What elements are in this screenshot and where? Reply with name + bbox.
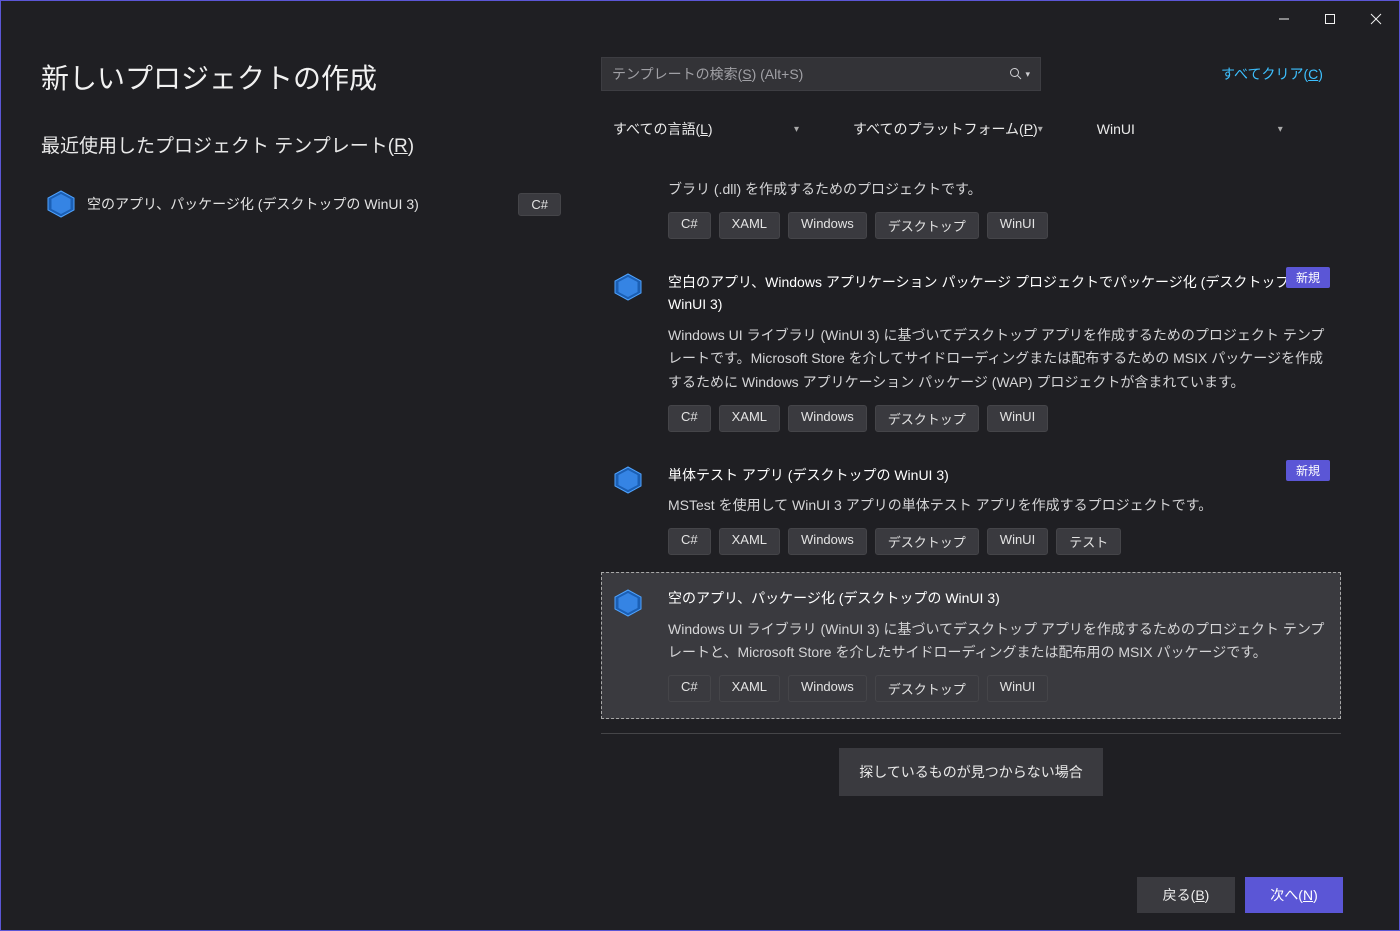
template-item[interactable]: 空白のアプリ、Windows アプリケーション パッケージ プロジェクトでパッケ…: [601, 256, 1341, 449]
template-description: MSTest を使用して WinUI 3 アプリの単体テスト アプリを作成するプ…: [668, 494, 1330, 518]
template-item[interactable]: ブラリ (.dll) を作成するためのプロジェクトです。 C# XAML Window…: [601, 163, 1341, 256]
template-icon: [612, 290, 644, 307]
maximize-button[interactable]: [1307, 4, 1353, 34]
clear-all-link[interactable]: すべてクリア(C): [1221, 64, 1323, 84]
template-tag: テスト: [1056, 528, 1121, 555]
template-title: 空のアプリ、パッケージ化 (デスクトップの WinUI 3): [668, 587, 1330, 609]
template-tag: WinUI: [987, 675, 1048, 702]
recent-heading: 最近使用したプロジェクト テンプレート(R): [41, 131, 561, 158]
template-tag: C#: [668, 675, 711, 702]
search-input[interactable]: テンプレートの検索(S) (Alt+S) ▾: [601, 57, 1041, 91]
project-type-filter-dropdown[interactable]: WinUI ▾: [1085, 111, 1295, 147]
template-tag: Windows: [788, 212, 867, 239]
template-description: Windows UI ライブラリ (WinUI 3) に基づいてデスクトップ ア…: [668, 618, 1330, 666]
new-badge: 新規: [1286, 460, 1330, 481]
template-tag: デスクトップ: [875, 405, 979, 432]
template-tag: XAML: [719, 212, 780, 239]
template-tag: デスクトップ: [875, 675, 979, 702]
divider: [601, 733, 1341, 734]
search-placeholder: テンプレートの検索(S) (Alt+S): [612, 64, 1009, 84]
right-column: テンプレートの検索(S) (Alt+S) ▾ すべてクリア(C) すべての言語(…: [601, 37, 1399, 860]
search-icon[interactable]: ▾: [1009, 67, 1030, 81]
platform-filter-dropdown[interactable]: すべてのプラットフォーム(P) ▾: [841, 111, 1055, 147]
chevron-down-icon: ▾: [794, 124, 799, 135]
template-tag: XAML: [719, 528, 780, 555]
template-tag: デスクトップ: [875, 212, 979, 239]
template-list: ブラリ (.dll) を作成するためのプロジェクトです。 C# XAML Window…: [601, 163, 1343, 860]
recent-template-name: 空のアプリ、パッケージ化 (デスクトップの WinUI 3): [87, 194, 508, 214]
template-tag: C#: [668, 212, 711, 239]
template-tag: C#: [668, 405, 711, 432]
template-tag: WinUI: [987, 528, 1048, 555]
template-tag: Windows: [788, 675, 867, 702]
chevron-down-icon: ▾: [1038, 124, 1043, 135]
template-tag: C#: [668, 528, 711, 555]
back-button[interactable]: 戻る(B): [1137, 877, 1235, 913]
recent-template-item[interactable]: 空のアプリ、パッケージ化 (デスクトップの WinUI 3) C#: [41, 188, 561, 220]
next-button[interactable]: 次へ(N): [1245, 877, 1343, 913]
template-item[interactable]: 空のアプリ、パッケージ化 (デスクトップの WinUI 3) Windows UI…: [601, 572, 1341, 719]
footer: 戻る(B) 次へ(N): [1, 860, 1399, 930]
template-tag: XAML: [719, 405, 780, 432]
language-filter-dropdown[interactable]: すべての言語(L) ▾: [601, 111, 811, 147]
template-item[interactable]: 単体テスト アプリ (デスクトップの WinUI 3) MSTest を使用して …: [601, 449, 1341, 572]
template-tag: WinUI: [987, 405, 1048, 432]
template-tag: Windows: [788, 405, 867, 432]
new-badge: 新規: [1286, 267, 1330, 288]
template-icon: [612, 606, 644, 623]
template-description: ブラリ (.dll) を作成するためのプロジェクトです。: [668, 178, 1330, 202]
left-column: 新しいプロジェクトの作成 最近使用したプロジェクト テンプレート(R) 空のアプ…: [1, 37, 601, 860]
close-button[interactable]: [1353, 4, 1399, 34]
titlebar: [1, 1, 1399, 37]
minimize-button[interactable]: [1261, 4, 1307, 34]
csharp-project-icon: [45, 188, 77, 220]
page-title: 新しいプロジェクトの作成: [41, 57, 561, 97]
template-tag: デスクトップ: [875, 528, 979, 555]
template-tag: WinUI: [987, 212, 1048, 239]
not-found-button[interactable]: 探しているものが見つからない場合: [839, 748, 1103, 796]
template-description: Windows UI ライブラリ (WinUI 3) に基づいてデスクトップ ア…: [668, 324, 1330, 395]
template-title: 単体テスト アプリ (デスクトップの WinUI 3): [668, 464, 1330, 486]
template-tag: Windows: [788, 528, 867, 555]
template-title: 空白のアプリ、Windows アプリケーション パッケージ プロジェクトでパッケ…: [668, 271, 1330, 316]
template-icon: [612, 483, 644, 500]
template-tag: XAML: [719, 675, 780, 702]
recent-template-lang-tag: C#: [518, 193, 561, 216]
chevron-down-icon: ▾: [1278, 124, 1283, 135]
